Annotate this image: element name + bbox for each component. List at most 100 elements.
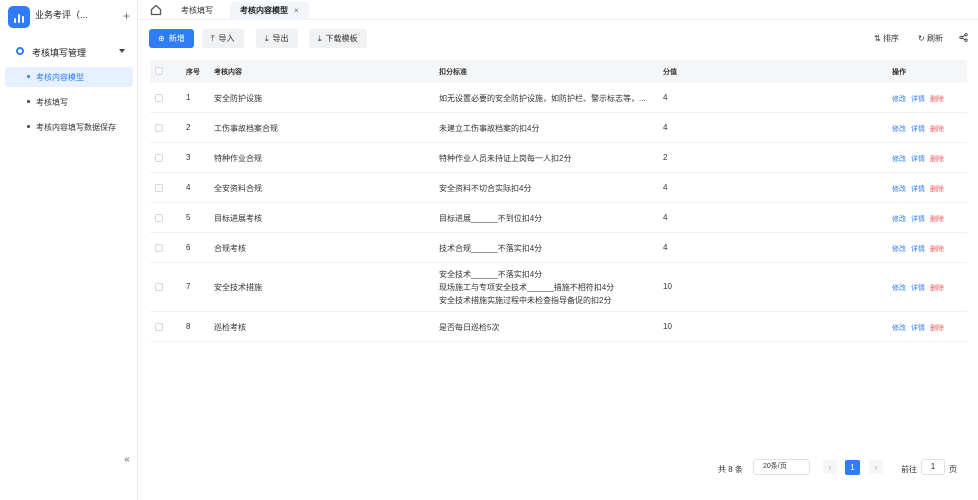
delete-link[interactable]: 删除: [930, 126, 944, 133]
detail-link[interactable]: 详情: [911, 126, 925, 133]
detail-link[interactable]: 详情: [911, 325, 925, 332]
table-row[interactable]: 8 巡检考核 是否每日巡检5次 10 修改 详情 删除: [150, 312, 967, 342]
delete-link[interactable]: 删除: [930, 285, 944, 292]
page-number-current[interactable]: 1: [845, 460, 860, 475]
detail-link[interactable]: 详情: [911, 285, 925, 292]
edit-link[interactable]: 修改: [892, 126, 906, 133]
sidebar-item-data-save[interactable]: 考核内容填写数据保存: [5, 117, 133, 137]
sidebar: 业务考评（... + 考核填写管理 考核内容模型 考核填写 考核内容填写数据保存…: [0, 0, 138, 500]
row-standard: 特种作业人员未持证上岗每一人扣2分: [439, 154, 572, 163]
edit-link[interactable]: 修改: [892, 246, 906, 253]
row-actions: 修改 详情 删除: [892, 94, 949, 104]
edit-link[interactable]: 修改: [892, 216, 906, 223]
sidebar-item-content-model[interactable]: 考核内容模型: [5, 67, 133, 87]
app-logo-icon[interactable]: [8, 6, 30, 28]
share-icon[interactable]: [959, 33, 968, 44]
circle-icon: [16, 47, 24, 55]
edit-link[interactable]: 修改: [892, 186, 906, 193]
download-template-button[interactable]: ⤓ 下载模板: [309, 29, 367, 48]
row-content: 工伤事故档案合规: [214, 124, 278, 133]
row-standard: 是否每日巡检5次: [439, 323, 500, 332]
delete-link[interactable]: 删除: [930, 325, 944, 332]
col-score: 分值: [663, 69, 677, 76]
main-content: ⊕ 新增 ⤒ 导入 ⤓ 导出 ⤓ 下载模板 ⇅ 排序 ↻ 刷新 序号 考核内容 扣分标准: [139, 21, 978, 500]
refresh-icon: ↻: [918, 34, 925, 43]
total-count: 共 8 条: [718, 465, 743, 474]
table-row[interactable]: 4 全安资料合规 安全资料不切合实际扣4分 4 修改 详情 删除: [150, 173, 967, 203]
tab-assessment-fill[interactable]: 考核填写: [171, 2, 223, 20]
refresh-label: 刷新: [926, 34, 943, 43]
table-row[interactable]: 2 工伤事故档案合规 未建立工伤事故档案的扣4分 4 修改 详情 删除: [150, 113, 967, 143]
row-content: 安全技术措施: [214, 283, 262, 292]
sort-button[interactable]: ⇅ 排序: [874, 33, 899, 44]
tab-content-model[interactable]: 考核内容模型 ×: [230, 2, 309, 20]
table-row[interactable]: 3 特种作业合规 特种作业人员未持证上岗每一人扣2分 2 修改 详情 删除: [150, 143, 967, 173]
delete-link[interactable]: 删除: [930, 96, 944, 103]
select-all-checkbox[interactable]: [155, 67, 163, 75]
sidebar-item-label: 考核内容模型: [36, 73, 84, 82]
detail-link[interactable]: 详情: [911, 216, 925, 223]
row-content: 目标进展考核: [214, 214, 262, 223]
edit-link[interactable]: 修改: [892, 325, 906, 332]
edit-link[interactable]: 修改: [892, 96, 906, 103]
refresh-button[interactable]: ↻ 刷新: [918, 33, 943, 44]
pagination: 共 8 条 20条/页 ‹ 1 › 前往 1 页: [139, 449, 978, 489]
row-checkbox[interactable]: [155, 184, 163, 192]
tab-bar: 考核填写 考核内容模型 ×: [139, 0, 978, 20]
table-row[interactable]: 5 目标进展考核 目标进展______不到位扣4分 4 修改 详情 删除: [150, 203, 967, 233]
row-index: 3: [186, 153, 191, 162]
plus-icon[interactable]: +: [123, 10, 130, 22]
detail-link[interactable]: 详情: [911, 96, 925, 103]
delete-link[interactable]: 删除: [930, 186, 944, 193]
menu-group-assessment[interactable]: 考核填写管理: [0, 41, 138, 61]
add-icon: ⊕: [158, 34, 165, 43]
row-score: 10: [663, 322, 672, 331]
detail-link[interactable]: 详情: [911, 246, 925, 253]
goto-unit: 页: [949, 465, 957, 474]
col-index: 序号: [186, 69, 200, 76]
row-checkbox[interactable]: [155, 214, 163, 222]
edit-link[interactable]: 修改: [892, 285, 906, 292]
row-content: 巡检考核: [214, 323, 246, 332]
table-row[interactable]: 1 安全防护设施 如无设置必要的安全防护设施，如防护栏、警示标志等，... 4 …: [150, 83, 967, 113]
row-index: 2: [186, 123, 191, 132]
sidebar-item-fill[interactable]: 考核填写: [5, 92, 133, 112]
detail-link[interactable]: 详情: [911, 186, 925, 193]
home-icon[interactable]: [149, 3, 163, 17]
tab-label: 考核内容模型: [240, 6, 288, 15]
row-checkbox[interactable]: [155, 154, 163, 162]
import-button[interactable]: ⤒ 导入: [202, 29, 244, 48]
collapse-icon[interactable]: «: [120, 454, 134, 466]
delete-link[interactable]: 删除: [930, 156, 944, 163]
row-standard: 目标进展______不到位扣4分: [439, 214, 543, 223]
row-index: 7: [186, 282, 191, 291]
assessment-table: 序号 考核内容 扣分标准 分值 操作 1 安全防护设施 如无设置必要的安全防护设…: [150, 60, 967, 342]
row-actions: 修改 详情 删除: [892, 214, 949, 224]
row-checkbox[interactable]: [155, 124, 163, 132]
row-checkbox[interactable]: [155, 94, 163, 102]
add-button[interactable]: ⊕ 新增: [149, 29, 194, 48]
row-checkbox[interactable]: [155, 283, 163, 291]
table-row[interactable]: 6 合规考核 技术合规______不落实扣4分 4 修改 详情 删除: [150, 233, 967, 263]
export-button[interactable]: ⤓ 导出: [256, 29, 298, 48]
page-size-select[interactable]: 20条/页: [753, 459, 810, 475]
delete-link[interactable]: 删除: [930, 216, 944, 223]
close-icon[interactable]: ×: [294, 6, 299, 15]
detail-link[interactable]: 详情: [911, 156, 925, 163]
row-checkbox[interactable]: [155, 244, 163, 252]
bullet-icon: [27, 125, 30, 128]
chevron-left-icon[interactable]: ‹: [823, 460, 837, 474]
row-actions: 修改 详情 删除: [892, 184, 949, 194]
edit-link[interactable]: 修改: [892, 156, 906, 163]
row-checkbox[interactable]: [155, 323, 163, 331]
row-index: 5: [186, 213, 191, 222]
row-standard-line: 安全技术______不落实扣4分: [439, 270, 543, 279]
goto-page-input[interactable]: 1: [921, 459, 945, 475]
download-template-label: 下载模板: [325, 34, 358, 43]
row-actions: 修改 详情 删除: [892, 124, 949, 134]
delete-link[interactable]: 删除: [930, 246, 944, 253]
sidebar-item-label: 考核填写: [36, 98, 68, 107]
row-actions: 修改 详情 删除: [892, 154, 949, 164]
table-row[interactable]: 7 安全技术措施 安全技术______不落实扣4分 现场施工与专项安全技术___…: [150, 263, 967, 312]
chevron-right-icon[interactable]: ›: [869, 460, 883, 474]
